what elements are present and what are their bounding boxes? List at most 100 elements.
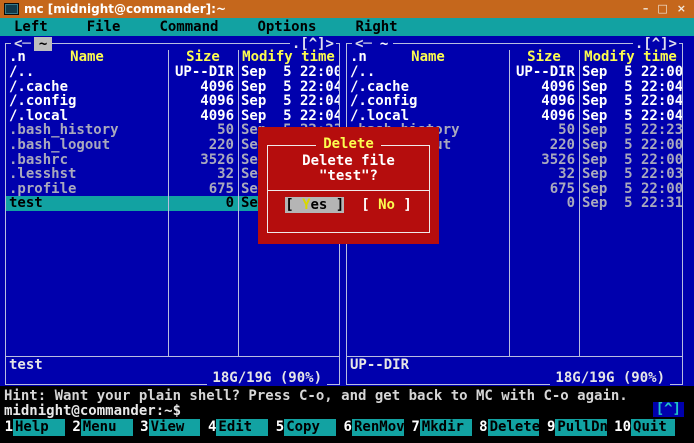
file-size: 32 bbox=[509, 167, 579, 182]
column-header-size[interactable]: Size bbox=[509, 50, 579, 65]
fkey-slot[interactable]: 2 Menu bbox=[72, 419, 140, 436]
file-mtime: Sep 5 22:04 bbox=[238, 109, 339, 124]
dialog-message-line2: "test"? bbox=[258, 169, 439, 184]
file-name: .bashrc bbox=[6, 153, 168, 168]
fkey-label: Edit bbox=[216, 419, 268, 436]
fkey-label: RenMov bbox=[352, 419, 404, 436]
fkey-label: View bbox=[149, 419, 201, 436]
window-title: mc [midnight@commander]:~ bbox=[24, 2, 643, 16]
file-size: 50 bbox=[168, 123, 238, 138]
file-mtime: Sep 5 22:04 bbox=[238, 94, 339, 109]
file-size: UP--DIR bbox=[509, 65, 579, 80]
dialog-title: Delete bbox=[316, 136, 381, 152]
dialog-divider bbox=[268, 190, 429, 191]
file-name: /.config bbox=[347, 94, 509, 109]
file-mtime: Sep 5 22:04 bbox=[238, 80, 339, 95]
fkey-number: 10 bbox=[614, 419, 631, 436]
right-disk-usage: 18G/19G (90%) bbox=[550, 371, 670, 386]
bottom-area: Hint: Want your plain shell? Press C-o, … bbox=[0, 386, 694, 443]
fkey-slot[interactable]: 10 Quit bbox=[614, 419, 682, 436]
column-header-name[interactable]: Name bbox=[6, 50, 168, 65]
file-row[interactable]: /.config 4096 Sep 5 22:04 bbox=[6, 94, 339, 109]
column-divider bbox=[238, 50, 239, 357]
no-button[interactable]: [ No ] bbox=[361, 197, 412, 213]
fkey-slot[interactable]: 1 Help bbox=[4, 419, 72, 436]
left-mini-status: test bbox=[9, 358, 43, 373]
fkey-slot[interactable]: 6 RenMov bbox=[343, 419, 411, 436]
fkey-slot[interactable]: 8 Delete bbox=[479, 419, 547, 436]
file-size: 675 bbox=[168, 182, 238, 197]
column-header-size[interactable]: Size bbox=[168, 50, 238, 65]
fkey-number: 5 bbox=[275, 419, 284, 436]
file-size: 0 bbox=[168, 196, 238, 211]
fkey-label: PullDn bbox=[555, 419, 607, 436]
file-name: /.cache bbox=[6, 80, 168, 95]
column-header-name[interactable]: Name bbox=[347, 50, 509, 65]
left-panel-header: .n Name Size Modify time bbox=[6, 50, 339, 65]
file-row[interactable]: /.. UP--DIR Sep 5 22:00 bbox=[6, 65, 339, 80]
file-size: 4096 bbox=[509, 109, 579, 124]
shell-prompt[interactable]: midnight@commander:~$ bbox=[4, 403, 181, 419]
function-key-bar: 1 Help 2 Menu 3 View 4 Edit bbox=[0, 419, 694, 436]
file-name: /.local bbox=[6, 109, 168, 124]
right-panel-header: .n Name Size Modify time bbox=[347, 50, 682, 65]
file-size: 4096 bbox=[509, 94, 579, 109]
file-name: /.cache bbox=[347, 80, 509, 95]
maximize-icon[interactable]: □ bbox=[657, 0, 667, 18]
right-mini-status: UP--DIR bbox=[350, 358, 409, 373]
file-mtime: Sep 5 22:04 bbox=[579, 80, 682, 95]
left-disk-usage: 18G/19G (90%) bbox=[207, 371, 327, 386]
fkey-number: 2 bbox=[72, 419, 81, 436]
fkey-label: Delete bbox=[488, 419, 540, 436]
dialog-message-line1: Delete file bbox=[258, 154, 439, 169]
fkey-number: 6 bbox=[343, 419, 352, 436]
fkey-slot[interactable]: 5 Copy bbox=[275, 419, 343, 436]
fkey-number: 1 bbox=[4, 419, 13, 436]
right-panel-path[interactable]: ~ bbox=[375, 37, 393, 51]
file-mtime: Sep 5 22:00 bbox=[579, 138, 682, 153]
fkey-slot[interactable]: 7 Mkdir bbox=[411, 419, 479, 436]
menu-item[interactable]: Left bbox=[14, 19, 48, 35]
fkey-number: 9 bbox=[546, 419, 555, 436]
file-size: 3526 bbox=[509, 153, 579, 168]
fkey-slot[interactable]: 4 Edit bbox=[207, 419, 275, 436]
file-mtime: Sep 5 22:04 bbox=[579, 94, 682, 109]
file-row[interactable]: /.local 4096 Sep 5 22:04 bbox=[6, 109, 339, 124]
column-header-mtime[interactable]: Modify time bbox=[579, 50, 682, 65]
terminal-icon bbox=[4, 3, 19, 15]
file-row[interactable]: /.local 4096 Sep 5 22:04 bbox=[347, 109, 682, 124]
file-size: UP--DIR bbox=[168, 65, 238, 80]
file-size: 0 bbox=[509, 196, 579, 211]
left-panel-path[interactable]: ~ bbox=[34, 37, 52, 51]
fkey-number: 7 bbox=[411, 419, 420, 436]
fkey-label: Mkdir bbox=[420, 419, 472, 436]
file-size: 675 bbox=[509, 182, 579, 197]
fkey-number: 3 bbox=[140, 419, 149, 436]
file-row[interactable]: /.config 4096 Sep 5 22:04 bbox=[347, 94, 682, 109]
history-indicator[interactable]: [^] bbox=[653, 402, 684, 417]
menu-item[interactable]: Options bbox=[257, 19, 316, 35]
yes-button[interactable]: [ Yes ] bbox=[285, 197, 344, 213]
file-mtime: Sep 5 22:00 bbox=[238, 65, 339, 80]
file-row[interactable]: /.. UP--DIR Sep 5 22:00 bbox=[347, 65, 682, 80]
menu-item[interactable]: Command bbox=[159, 19, 218, 35]
fkey-label: Help bbox=[13, 419, 65, 436]
file-name: /.. bbox=[6, 65, 168, 80]
minimize-icon[interactable]: – bbox=[643, 0, 649, 18]
delete-dialog: Delete Delete file "test"? [ Yes ] [ No … bbox=[258, 127, 439, 244]
menu-item[interactable]: Right bbox=[355, 19, 397, 35]
file-name: /.. bbox=[347, 65, 509, 80]
fkey-slot[interactable]: 3 View bbox=[140, 419, 208, 436]
menu-item[interactable]: File bbox=[87, 19, 121, 35]
file-size: 50 bbox=[509, 123, 579, 138]
close-icon[interactable]: × bbox=[677, 0, 686, 18]
column-header-mtime[interactable]: Modify time bbox=[238, 50, 339, 65]
file-size: 4096 bbox=[168, 109, 238, 124]
file-row[interactable]: /.cache 4096 Sep 5 22:04 bbox=[6, 80, 339, 95]
file-size: 3526 bbox=[168, 153, 238, 168]
file-row[interactable]: /.cache 4096 Sep 5 22:04 bbox=[347, 80, 682, 95]
file-size: 220 bbox=[509, 138, 579, 153]
fkey-slot[interactable]: 9 PullDn bbox=[546, 419, 614, 436]
menu-bar: Left File Command Options Right bbox=[0, 18, 694, 36]
fkey-label: Menu bbox=[81, 419, 133, 436]
